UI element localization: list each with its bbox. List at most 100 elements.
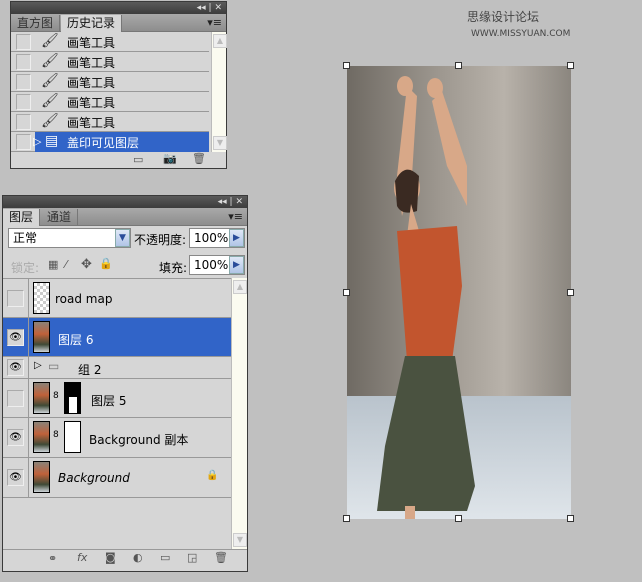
transform-handle-bottom[interactable] xyxy=(455,515,462,522)
link-layers-icon[interactable]: ⚭ xyxy=(48,552,57,565)
layer-thumbnail xyxy=(33,382,50,414)
brush-icon: 🖌 xyxy=(41,33,59,49)
snapshot-source-checkbox[interactable] xyxy=(16,54,31,70)
trash-icon[interactable]: 🗑 xyxy=(192,152,206,165)
brush-icon: 🖌 xyxy=(41,53,59,69)
lock-all-icon[interactable]: 🔒 xyxy=(99,257,113,270)
expand-triangle-icon[interactable]: ▷ xyxy=(34,360,42,371)
eye-icon[interactable]: 👁 xyxy=(7,469,24,486)
brush-icon: 🖌 xyxy=(41,93,59,109)
history-scrollbar[interactable]: ▲ ▼ xyxy=(211,32,227,152)
layers-panel: ◂◂ | ✕ 图层 通道 ▾≡ 正常 ▼ 不透明度: 100% ▶ 锁定: ▦ ⁄… xyxy=(2,195,248,572)
history-item[interactable]: 🖌 画笔工具 xyxy=(11,52,209,72)
link-icon[interactable]: 8 xyxy=(53,391,59,401)
history-item[interactable]: 🖌 画笔工具 xyxy=(11,92,209,112)
transform-handle-top-left[interactable] xyxy=(343,62,350,69)
trash-icon[interactable]: 🗑 xyxy=(214,551,228,564)
tab-histogram[interactable]: 直方图 xyxy=(11,15,61,32)
scroll-down-button[interactable]: ▼ xyxy=(233,533,247,547)
visibility-toggle[interactable] xyxy=(7,390,24,407)
opacity-value: 100% xyxy=(194,231,229,245)
new-document-from-state-icon[interactable]: ▭ xyxy=(133,153,143,166)
lock-icon: 🔒 xyxy=(206,470,219,481)
chevron-down-icon[interactable]: ▼ xyxy=(115,229,130,247)
history-panel: ◂◂ | ✕ 直方图 历史记录 ▾≡ 🖌 画笔工具 🖌 画笔工具 🖌 画笔工具 🖌 画笔… xyxy=(10,1,227,169)
layer-thumbnail xyxy=(33,282,50,314)
tab-history[interactable]: 历史记录 xyxy=(61,15,123,32)
transform-handle-right[interactable] xyxy=(567,289,574,296)
brush-icon: 🖌 xyxy=(41,73,59,89)
add-mask-icon[interactable]: ◙ xyxy=(105,551,116,564)
history-state-arrow-icon: ▷ xyxy=(33,135,42,148)
eye-icon[interactable]: 👁 xyxy=(7,429,24,446)
scroll-up-button[interactable]: ▲ xyxy=(233,280,247,294)
layer-name: Background 副本 xyxy=(89,433,189,447)
history-item-label: 画笔工具 xyxy=(67,116,116,130)
folder-icon: ▭ xyxy=(48,359,60,373)
layer-row-background-copy[interactable]: 👁 8 Background 副本 xyxy=(3,418,231,458)
history-item[interactable]: 🖌 画笔工具 xyxy=(11,32,209,52)
new-layer-icon[interactable]: ◲ xyxy=(187,551,197,564)
layers-titlebar[interactable]: ◂◂ | ✕ xyxy=(3,196,247,208)
history-titlebar[interactable]: ◂◂ | ✕ xyxy=(11,2,226,14)
history-item-label: 画笔工具 xyxy=(67,36,116,50)
opacity-input[interactable]: 100% ▶ xyxy=(189,228,245,248)
layers-tabs: 图层 通道 ▾≡ xyxy=(3,208,247,226)
layers-scrollbar[interactable]: ▲ ▼ xyxy=(231,278,247,549)
eye-icon[interactable]: 👁 xyxy=(7,329,24,346)
transform-handle-bottom-right[interactable] xyxy=(567,515,574,522)
panel-menu-icon[interactable]: ▾≡ xyxy=(228,210,243,223)
history-item-label: 画笔工具 xyxy=(67,76,116,90)
watermark-url: WWW.MISSYUAN.COM xyxy=(471,29,571,39)
blend-mode-select[interactable]: 正常 ▼ xyxy=(8,228,131,248)
eye-icon[interactable]: 👁 xyxy=(7,359,24,376)
history-item-selected[interactable]: ▷ ▤ 盖印可见图层 xyxy=(11,132,209,152)
canvas-image[interactable] xyxy=(347,66,571,519)
history-item[interactable]: 🖌 画笔工具 xyxy=(11,72,209,92)
fill-value: 100% xyxy=(194,258,229,272)
opacity-slider-button[interactable]: ▶ xyxy=(229,229,244,247)
transform-handle-top-right[interactable] xyxy=(567,62,574,69)
lock-transparency-icon[interactable]: ▦ xyxy=(48,258,58,271)
fill-input[interactable]: 100% ▶ xyxy=(189,255,245,275)
watermark-cn: 思缘设计论坛 xyxy=(467,10,540,24)
transform-handle-bottom-left[interactable] xyxy=(343,515,350,522)
lock-position-move-icon[interactable]: ✥ xyxy=(81,257,92,272)
layer-row-group-2[interactable]: 👁 ▷ ▭ 组 2 xyxy=(3,357,231,379)
tab-channels[interactable]: 通道 xyxy=(41,209,79,226)
scroll-down-button[interactable]: ▼ xyxy=(213,136,227,150)
lock-image-brush-icon[interactable]: ⁄ xyxy=(65,258,67,271)
document-icon: ▤ xyxy=(45,133,59,149)
layer-thumbnail xyxy=(33,421,50,453)
layers-list: road map 👁 图层 6 👁 ▷ ▭ 组 2 8 图层 5 👁 8 Bac… xyxy=(3,278,231,538)
history-item-label: 盖印可见图层 xyxy=(67,136,140,150)
fill-label: 填充: xyxy=(159,261,188,275)
tab-layers[interactable]: 图层 xyxy=(3,209,41,226)
layer-mask-thumbnail[interactable] xyxy=(64,421,81,453)
layer-row-background[interactable]: 👁 Background 🔒 xyxy=(3,458,231,498)
dancer-photo xyxy=(377,76,475,519)
snapshot-source-checkbox[interactable] xyxy=(16,74,31,90)
camera-icon[interactable]: 📷 xyxy=(163,152,177,165)
snapshot-source-checkbox[interactable] xyxy=(16,94,31,110)
history-item[interactable]: 🖌 画笔工具 xyxy=(11,112,209,132)
snapshot-source-checkbox[interactable] xyxy=(16,34,31,50)
layer-row-layer-5[interactable]: 8 图层 5 xyxy=(3,379,231,418)
snapshot-source-checkbox[interactable] xyxy=(16,114,31,130)
new-group-icon[interactable]: ▭ xyxy=(160,551,170,564)
link-icon[interactable]: 8 xyxy=(53,430,59,440)
fill-slider-button[interactable]: ▶ xyxy=(229,256,244,274)
snapshot-source-checkbox[interactable] xyxy=(16,134,31,150)
visibility-toggle[interactable] xyxy=(7,290,24,307)
layer-name: 图层 6 xyxy=(58,333,94,347)
layer-row-layer-6[interactable]: 👁 图层 6 xyxy=(3,318,231,357)
scroll-up-button[interactable]: ▲ xyxy=(213,34,227,48)
panel-menu-icon[interactable]: ▾≡ xyxy=(207,16,222,29)
fx-icon[interactable]: fx xyxy=(77,551,87,564)
layer-mask-thumbnail[interactable] xyxy=(64,382,81,414)
adjustment-layer-icon[interactable]: ◐ xyxy=(133,551,143,564)
transform-handle-top[interactable] xyxy=(455,62,462,69)
layer-row-road-map[interactable]: road map xyxy=(3,279,231,318)
transform-handle-left[interactable] xyxy=(343,289,350,296)
opacity-label: 不透明度: xyxy=(134,233,187,247)
